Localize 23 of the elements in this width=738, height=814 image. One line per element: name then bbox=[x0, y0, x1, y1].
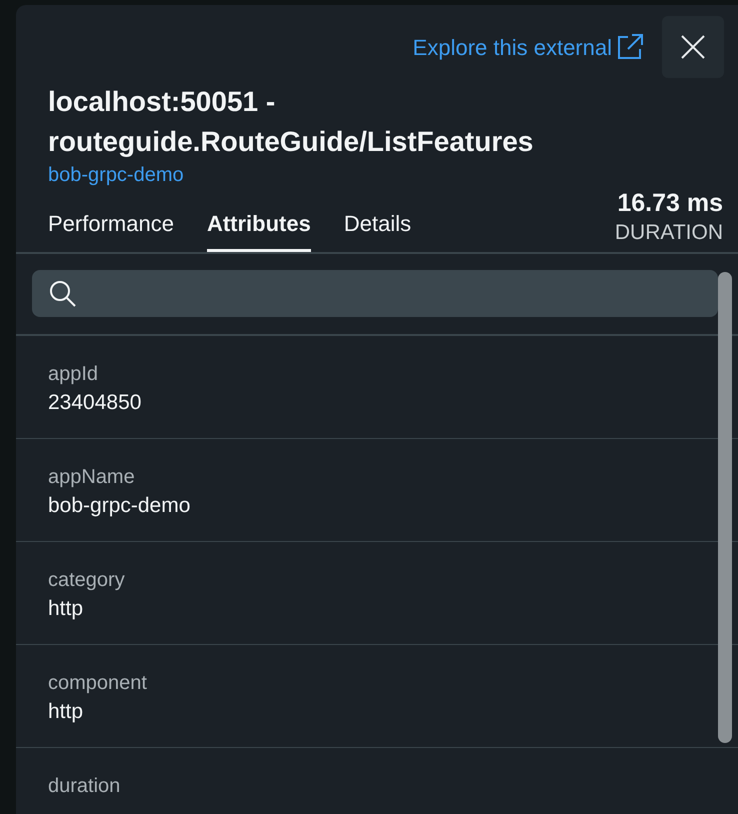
duration-value: 16.73 ms bbox=[617, 188, 723, 218]
span-title: localhost:50051 - routeguide.RouteGuide/ListFeatures bbox=[48, 85, 534, 159]
attribute-name: duration bbox=[48, 774, 120, 799]
tab[interactable]: Performance bbox=[48, 203, 174, 252]
attribute-value: http bbox=[48, 596, 84, 622]
duration-label: DURATION bbox=[614, 220, 723, 246]
close-button[interactable] bbox=[662, 16, 724, 78]
search-field[interactable] bbox=[32, 270, 718, 317]
attribute-value: http bbox=[48, 699, 84, 725]
entity-link[interactable]: bob-grpc-demo bbox=[48, 162, 184, 188]
close-icon bbox=[680, 34, 706, 60]
attribute-name: category bbox=[48, 568, 125, 593]
external-link-icon bbox=[616, 33, 644, 61]
attribute-value: bob-grpc-demo bbox=[48, 493, 190, 519]
attribute-value: 23404850 bbox=[48, 390, 142, 416]
scrollbar-thumb[interactable] bbox=[718, 272, 732, 743]
attribute-name: appId bbox=[48, 362, 98, 387]
attribute-name: component bbox=[48, 671, 147, 696]
external-link[interactable]: Explore this external bbox=[412, 33, 644, 61]
tab[interactable]: Attributes bbox=[206, 203, 311, 252]
attribute-name: appName bbox=[48, 465, 135, 490]
search-icon bbox=[48, 278, 78, 308]
tab[interactable]: Details bbox=[344, 203, 412, 252]
